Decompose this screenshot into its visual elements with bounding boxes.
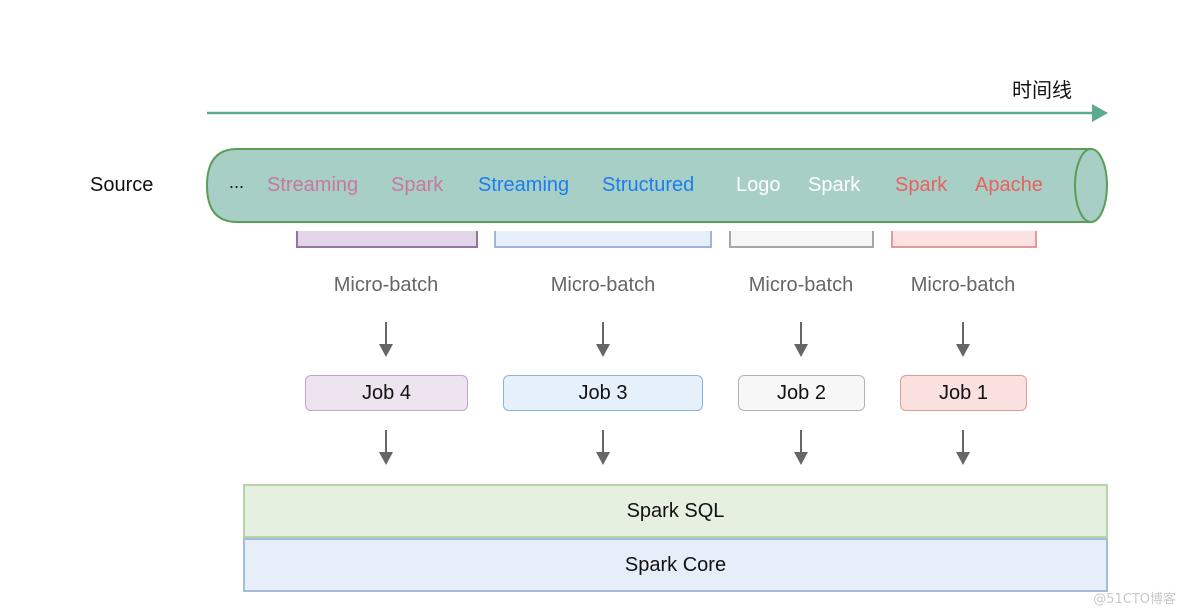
arrow-batch1-to-job1 [956,322,970,357]
pipe-ellipsis: ... [229,172,245,192]
batch-tab-2 [729,231,874,248]
job-box-2: Job 2 [738,375,865,411]
batch-tab-3 [494,231,712,248]
micro-batch-label-4: Micro-batch [333,274,439,296]
batch-tab-4 [296,231,478,248]
pipe-word-structured: Structured [602,174,695,196]
micro-batch-label-2: Micro-batch [748,274,854,296]
micro-batch-label-1: Micro-batch [910,274,1016,296]
watermark: @51CTO博客 [1093,592,1176,607]
arrow-batch3-to-job3 [596,322,610,357]
arrow-batch2-to-job2 [794,322,808,357]
arrow-job4-to-sql [379,430,393,465]
arrow-job2-to-sql [794,430,808,465]
arrow-batch4-to-job4 [379,322,393,357]
timeline-label: 时间线 [1012,78,1072,102]
layer-spark-sql: Spark SQL [243,484,1108,538]
source-label: Source [90,174,154,196]
batch-tab-1 [891,231,1037,248]
arrow-job1-to-sql [956,430,970,465]
pipe-word-spark-3: Spark [895,174,948,196]
layer-spark-core: Spark Core [243,538,1108,592]
pipe-word-apache: Apache [975,174,1043,196]
pipe-word-streaming-2: Streaming [478,174,570,196]
micro-batch-label-3: Micro-batch [550,274,656,296]
pipe-word-spark-1: Spark [391,174,444,196]
job-box-4: Job 4 [305,375,468,411]
arrow-job3-to-sql [596,430,610,465]
job-box-1: Job 1 [900,375,1027,411]
pipe-word-logo: Logo [736,174,781,196]
pipe-word-spark-2: Spark [808,174,861,196]
source-pipe-end [1074,148,1108,223]
pipe-word-streaming-1: Streaming [267,174,359,196]
job-box-3: Job 3 [503,375,703,411]
timeline-arrow-head [1092,104,1108,122]
